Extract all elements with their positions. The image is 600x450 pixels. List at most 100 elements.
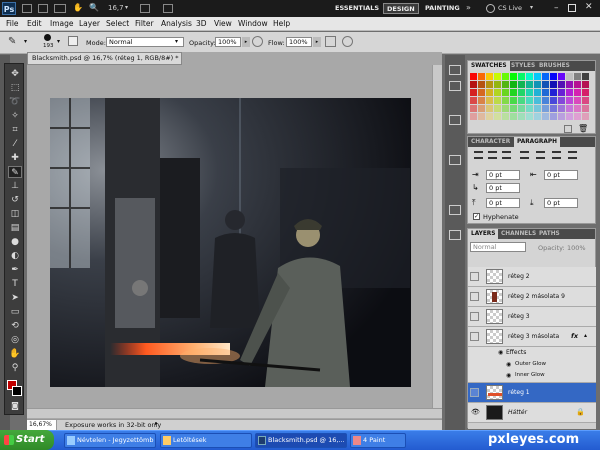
- swatch[interactable]: [470, 113, 477, 120]
- actions-panel-icon[interactable]: [449, 81, 461, 91]
- swatch[interactable]: [502, 73, 509, 80]
- swatch[interactable]: [510, 105, 517, 112]
- swatch[interactable]: [518, 113, 525, 120]
- tab-channels[interactable]: CHANNELS: [498, 229, 539, 239]
- justify-left-icon[interactable]: [520, 151, 529, 159]
- swatch-grid[interactable]: [470, 73, 590, 123]
- menu-edit[interactable]: Edit: [27, 19, 42, 28]
- swatch[interactable]: [542, 97, 549, 104]
- eyedropper-tool-icon[interactable]: ⁄: [8, 138, 22, 150]
- opacity-field[interactable]: 100%: [215, 37, 241, 47]
- tab-brushes[interactable]: BRUSHES: [536, 61, 573, 71]
- swatch[interactable]: [550, 97, 557, 104]
- swatch[interactable]: [582, 113, 589, 120]
- healing-brush-tool-icon[interactable]: ✚: [8, 152, 22, 164]
- blur-tool-icon[interactable]: ●: [8, 236, 22, 248]
- 3d-rotate-tool-icon[interactable]: ⟲: [8, 320, 22, 332]
- opacity-slider-icon[interactable]: ▸: [242, 37, 250, 47]
- swatch[interactable]: [550, 113, 557, 120]
- visibility-toggle[interactable]: [470, 272, 479, 281]
- workspace-design[interactable]: DESIGN: [383, 3, 419, 14]
- quick-select-tool-icon[interactable]: ✧: [8, 110, 22, 122]
- swatch[interactable]: [502, 97, 509, 104]
- swatch[interactable]: [534, 105, 541, 112]
- path-select-tool-icon[interactable]: ➤: [8, 292, 22, 304]
- swatch[interactable]: [502, 113, 509, 120]
- tab-paragraph[interactable]: PARAGRAPH: [514, 137, 560, 147]
- indent-right-field[interactable]: 0 pt: [544, 170, 578, 180]
- swatch[interactable]: [550, 105, 557, 112]
- swatch[interactable]: [550, 89, 557, 96]
- maximize-icon[interactable]: [568, 4, 576, 12]
- align-left-icon[interactable]: [474, 151, 483, 159]
- swatch[interactable]: [486, 105, 493, 112]
- status-menu-icon[interactable]: ▸: [155, 420, 158, 427]
- menu-layer[interactable]: Layer: [79, 19, 100, 28]
- zoom-level[interactable]: 16,7: [108, 4, 124, 12]
- close-icon[interactable]: ✕: [585, 2, 593, 12]
- swatch[interactable]: [518, 81, 525, 88]
- swatch[interactable]: [526, 89, 533, 96]
- menu-window[interactable]: Window: [238, 19, 268, 28]
- swatch[interactable]: [526, 113, 533, 120]
- screen-mode-icon[interactable]: [163, 4, 173, 13]
- swatch[interactable]: [526, 81, 533, 88]
- swatch[interactable]: [494, 81, 501, 88]
- swatch[interactable]: [510, 89, 517, 96]
- swatch[interactable]: [518, 89, 525, 96]
- visibility-toggle[interactable]: [470, 388, 479, 397]
- swatch[interactable]: [478, 105, 485, 112]
- swatch[interactable]: [478, 73, 485, 80]
- effect-outer-glow[interactable]: Outer Glow: [515, 361, 546, 367]
- blacksmith-photo[interactable]: [50, 98, 411, 387]
- swatch[interactable]: [510, 113, 517, 120]
- workspace-essentials[interactable]: ESSENTIALS: [332, 3, 382, 14]
- clone-stamp-tool-icon[interactable]: ⊥: [8, 180, 22, 192]
- swatch[interactable]: [478, 81, 485, 88]
- mini-bridge-icon[interactable]: [38, 4, 48, 13]
- swatch[interactable]: [518, 73, 525, 80]
- swatch[interactable]: [574, 105, 581, 112]
- swatch[interactable]: [470, 73, 477, 80]
- flow-slider-icon[interactable]: ▸: [313, 37, 321, 47]
- layer-row[interactable]: réteg 2: [468, 267, 596, 287]
- swatch[interactable]: [542, 105, 549, 112]
- adjustments-panel-icon[interactable]: [449, 155, 461, 165]
- blend-mode-select[interactable]: Normal: [470, 242, 526, 252]
- swatch[interactable]: [542, 81, 549, 88]
- history-brush-tool-icon[interactable]: ↺: [8, 194, 22, 206]
- swatch[interactable]: [526, 97, 533, 104]
- swatch[interactable]: [582, 97, 589, 104]
- swatch[interactable]: [510, 81, 517, 88]
- brush-preset-icon[interactable]: [44, 34, 51, 41]
- view-extras-icon[interactable]: [54, 4, 66, 13]
- swatch[interactable]: [486, 73, 493, 80]
- visibility-toggle[interactable]: [470, 312, 479, 321]
- swatch[interactable]: [518, 105, 525, 112]
- swatch[interactable]: [494, 113, 501, 120]
- layer-row[interactable]: réteg 3: [468, 307, 596, 327]
- pen-tool-icon[interactable]: ✒: [8, 264, 22, 276]
- swatch[interactable]: [558, 89, 565, 96]
- swatch[interactable]: [494, 97, 501, 104]
- type-tool-icon[interactable]: T: [8, 278, 22, 290]
- taskbar-item-photoshop[interactable]: Blacksmith.psd @ 16,...: [255, 433, 347, 448]
- chevron-down-icon[interactable]: ▾: [530, 4, 533, 11]
- brush-tool-icon[interactable]: ✎: [8, 166, 22, 178]
- swatch[interactable]: [494, 73, 501, 80]
- menu-view[interactable]: View: [214, 19, 232, 28]
- swatch[interactable]: [582, 89, 589, 96]
- marquee-tool-icon[interactable]: ⬚: [8, 82, 22, 94]
- tab-styles[interactable]: STYLES: [508, 61, 538, 71]
- justify-right-icon[interactable]: [552, 151, 561, 159]
- swatch[interactable]: [486, 81, 493, 88]
- zoom-tool-icon[interactable]: ⚲: [8, 362, 22, 374]
- color-panel-icon[interactable]: [449, 115, 461, 125]
- swatch[interactable]: [558, 81, 565, 88]
- swatch[interactable]: [550, 73, 557, 80]
- swatch[interactable]: [582, 81, 589, 88]
- swatch[interactable]: [478, 113, 485, 120]
- align-center-icon[interactable]: [488, 151, 497, 159]
- document-tab[interactable]: Blacksmith.psd @ 16,7% (réteg 1, RGB/8#)…: [27, 52, 182, 65]
- swatch[interactable]: [470, 97, 477, 104]
